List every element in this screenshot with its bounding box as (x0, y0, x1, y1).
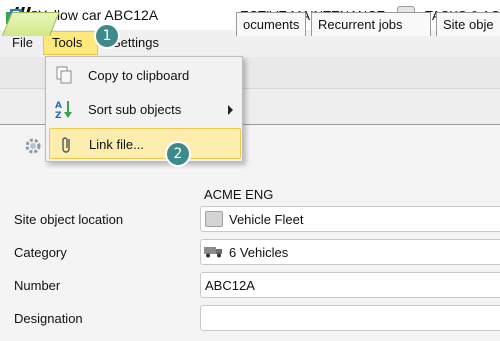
site-object-location-label: Site object location (14, 212, 124, 227)
menu-item-label: Sort sub objects (88, 102, 182, 117)
copy-icon (56, 66, 72, 84)
step-badge-2: 2 (165, 141, 191, 167)
menu-item-link-file[interactable]: Link file... (49, 128, 241, 159)
menu-file[interactable]: File (12, 35, 33, 50)
svg-text:Z: Z (55, 111, 62, 119)
submenu-arrow-icon (228, 105, 233, 115)
tab-documents[interactable]: ocuments (236, 12, 306, 36)
tab-site-objects[interactable]: Site obje (436, 12, 500, 36)
truck-icon (204, 247, 222, 258)
step-badge-1: 1 (94, 23, 120, 49)
svg-text:A: A (55, 101, 62, 111)
menu-tools[interactable]: Tools (43, 31, 98, 55)
menu-item-label: Copy to clipboard (88, 68, 190, 83)
sort-az-icon: A Z (55, 101, 72, 119)
tab-recurrent-jobs[interactable]: Recurrent jobs (311, 12, 431, 36)
location-icon (205, 211, 223, 227)
site-object-location-value: Vehicle Fleet (229, 212, 304, 227)
tools-menu: Copy to clipboard A Z Sort sub objects L… (45, 56, 243, 162)
designation-field[interactable] (200, 305, 500, 331)
gear-icon[interactable] (23, 136, 43, 156)
paperclip-icon (62, 137, 70, 153)
tab-general[interactable] (2, 12, 60, 36)
company-name: ACME ENG (204, 187, 274, 202)
number-label: Number (14, 278, 61, 293)
designation-label: Designation (14, 311, 83, 326)
menu-item-sort-sub-objects[interactable]: A Z Sort sub objects (47, 93, 242, 126)
category-label: Category (14, 245, 67, 260)
number-value: ABC12A (205, 278, 255, 293)
menu-item-copy-to-clipboard[interactable]: Copy to clipboard (47, 59, 242, 92)
menu-item-label: Link file... (89, 137, 144, 152)
category-value: 6 Vehicles (229, 245, 289, 260)
